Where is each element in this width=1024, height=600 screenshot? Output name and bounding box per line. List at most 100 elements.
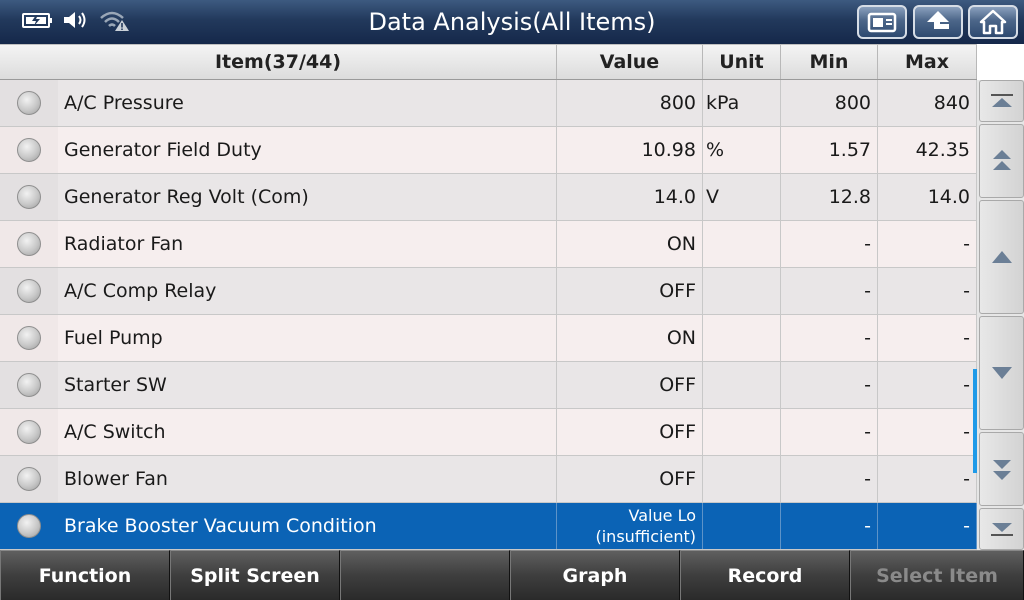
back-button[interactable] bbox=[913, 5, 963, 39]
record-button[interactable]: Record bbox=[680, 550, 850, 600]
radio-button[interactable] bbox=[17, 232, 41, 256]
item-value-line2: (insufficient) bbox=[595, 527, 696, 546]
table-row[interactable]: Blower Fan OFF - - bbox=[0, 456, 977, 503]
bottom-toolbar: Function Split Screen Graph Record Selec… bbox=[0, 550, 1024, 600]
table-row[interactable]: Radiator Fan ON - - bbox=[0, 221, 977, 268]
item-name: Brake Booster Vacuum Condition bbox=[64, 515, 377, 537]
radio-button[interactable] bbox=[17, 326, 41, 350]
item-max: 14.0 bbox=[878, 174, 977, 220]
page-up-button[interactable] bbox=[979, 124, 1024, 198]
table-row[interactable]: Fuel Pump ON - - bbox=[0, 315, 977, 362]
scroll-top-icon bbox=[990, 94, 1013, 107]
table-row[interactable]: A/C Comp Relay OFF - - bbox=[0, 268, 977, 315]
header-unit: Unit bbox=[703, 45, 781, 79]
item-name: Generator Field Duty bbox=[64, 139, 262, 161]
item-value: OFF bbox=[557, 409, 703, 455]
item-unit bbox=[703, 456, 781, 502]
item-max: - bbox=[878, 362, 977, 408]
graph-button[interactable]: Graph bbox=[510, 550, 680, 600]
item-name: A/C Pressure bbox=[64, 92, 184, 114]
item-min: 800 bbox=[781, 80, 878, 126]
header-item: Item(37/44) bbox=[0, 45, 557, 79]
item-max: - bbox=[878, 503, 977, 549]
radio-button[interactable] bbox=[17, 373, 41, 397]
radio-button[interactable] bbox=[17, 514, 41, 538]
radio-button[interactable] bbox=[17, 467, 41, 491]
item-min: 12.8 bbox=[781, 174, 878, 220]
page-down-button[interactable] bbox=[979, 432, 1024, 506]
item-min: - bbox=[781, 456, 878, 502]
item-value: Value Lo (insufficient) bbox=[557, 503, 703, 549]
item-value: OFF bbox=[557, 362, 703, 408]
item-unit: V bbox=[703, 174, 781, 220]
table-row[interactable]: Generator Field Duty 10.98 % 1.57 42.35 bbox=[0, 127, 977, 174]
scroll-bottom-icon bbox=[990, 523, 1013, 536]
table-row-selected[interactable]: Brake Booster Vacuum Condition Value Lo … bbox=[0, 503, 977, 550]
page-up-icon bbox=[992, 150, 1011, 170]
item-name: Generator Reg Volt (Com) bbox=[64, 186, 309, 208]
line-up-button[interactable] bbox=[979, 200, 1024, 314]
item-unit bbox=[703, 268, 781, 314]
line-up-icon bbox=[991, 251, 1012, 263]
radio-button[interactable] bbox=[17, 279, 41, 303]
empty-button bbox=[340, 550, 510, 600]
item-value: ON bbox=[557, 221, 703, 267]
item-min: 1.57 bbox=[781, 127, 878, 173]
table-row[interactable]: Starter SW OFF - - bbox=[0, 362, 977, 409]
item-unit bbox=[703, 362, 781, 408]
item-max: - bbox=[878, 456, 977, 502]
split-screen-button[interactable]: Split Screen bbox=[170, 550, 340, 600]
item-max: - bbox=[878, 315, 977, 361]
select-item-button[interactable]: Select Item bbox=[850, 550, 1024, 600]
back-arrow-icon bbox=[927, 11, 949, 29]
radio-button[interactable] bbox=[17, 185, 41, 209]
line-down-button[interactable] bbox=[979, 316, 1024, 430]
item-max: - bbox=[878, 268, 977, 314]
item-value: 14.0 bbox=[557, 174, 703, 220]
item-value: OFF bbox=[557, 456, 703, 502]
screenshot-button[interactable] bbox=[857, 5, 907, 39]
header-max: Max bbox=[878, 45, 977, 79]
radio-button[interactable] bbox=[17, 138, 41, 162]
scroll-controls bbox=[977, 80, 1024, 550]
function-button[interactable]: Function bbox=[0, 550, 170, 600]
item-value: OFF bbox=[557, 268, 703, 314]
item-min: - bbox=[781, 268, 878, 314]
header-min: Min bbox=[781, 45, 878, 79]
title-bar: Data Analysis(All Items) bbox=[0, 0, 1024, 44]
item-value: 10.98 bbox=[557, 127, 703, 173]
item-name: A/C Comp Relay bbox=[64, 280, 217, 302]
item-min: - bbox=[781, 362, 878, 408]
radio-button[interactable] bbox=[17, 91, 41, 115]
item-unit: % bbox=[703, 127, 781, 173]
item-min: - bbox=[781, 409, 878, 455]
item-value: 800 bbox=[557, 80, 703, 126]
item-max: - bbox=[878, 409, 977, 455]
table-row[interactable]: Generator Reg Volt (Com) 14.0 V 12.8 14.… bbox=[0, 174, 977, 221]
item-unit: kPa bbox=[703, 80, 781, 126]
table-row[interactable]: A/C Pressure 800 kPa 800 840 bbox=[0, 80, 977, 127]
page-down-icon bbox=[992, 460, 1011, 480]
item-unit bbox=[703, 221, 781, 267]
item-value: ON bbox=[557, 315, 703, 361]
home-button[interactable] bbox=[968, 5, 1018, 39]
item-max: - bbox=[878, 221, 977, 267]
home-icon bbox=[979, 9, 1007, 35]
item-name: A/C Switch bbox=[64, 421, 166, 443]
data-table: Item(37/44) Value Unit Min Max A/C Press… bbox=[0, 44, 977, 550]
item-value-line1: Value Lo bbox=[628, 506, 696, 525]
scroll-bottom-button[interactable] bbox=[979, 508, 1024, 550]
item-name: Blower Fan bbox=[64, 468, 168, 490]
item-unit bbox=[703, 503, 781, 549]
screenshot-icon bbox=[867, 12, 897, 33]
item-max: 840 bbox=[878, 80, 977, 126]
scroll-top-button[interactable] bbox=[979, 80, 1024, 122]
item-name: Radiator Fan bbox=[64, 233, 184, 255]
item-unit bbox=[703, 315, 781, 361]
item-unit bbox=[703, 409, 781, 455]
radio-button[interactable] bbox=[17, 420, 41, 444]
table-row[interactable]: A/C Switch OFF - - bbox=[0, 409, 977, 456]
item-min: - bbox=[781, 503, 878, 549]
item-name: Starter SW bbox=[64, 374, 167, 396]
item-min: - bbox=[781, 221, 878, 267]
